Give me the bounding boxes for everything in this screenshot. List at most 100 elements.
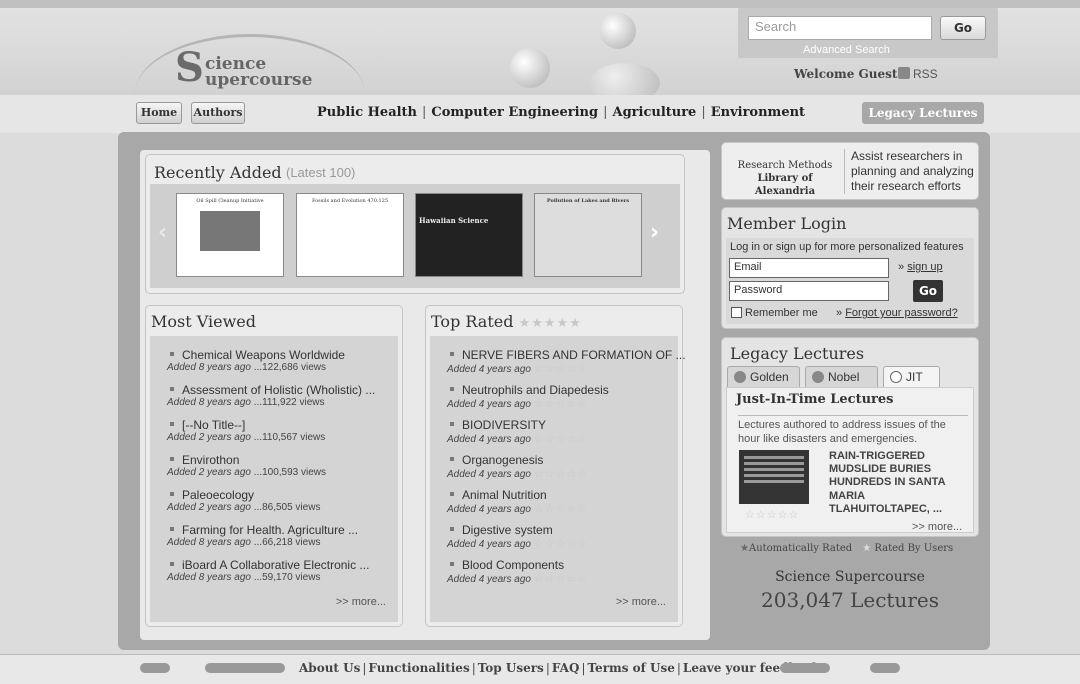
top-rated-list: NERVE FIBERS AND FORMATION OF ... Added 4… bbox=[430, 336, 686, 622]
footer-links: About Us | Functionalities | Top Users | FAQ | T… bbox=[299, 661, 821, 675]
item-title[interactable]: NERVE FIBERS AND FORMATION OF ... bbox=[462, 348, 686, 362]
item-title[interactable]: [--No Title--] bbox=[182, 418, 245, 432]
topic-agriculture[interactable]: Agriculture bbox=[612, 105, 696, 120]
footer-logo bbox=[205, 663, 285, 673]
legacy-lectures-button[interactable]: Legacy Lectures bbox=[862, 102, 984, 124]
nobel-medal-icon bbox=[812, 371, 824, 383]
signup-label[interactable]: sign up bbox=[907, 261, 942, 273]
topic-public-health[interactable]: Public Health bbox=[317, 105, 417, 120]
footer-link-faq[interactable]: FAQ bbox=[552, 661, 580, 675]
topic-environment[interactable]: Environment bbox=[711, 105, 805, 120]
lecture-count-value: 203,047 Lectures bbox=[761, 588, 939, 612]
list-item[interactable]: Neutrophils and Diapedesis Added 4 years … bbox=[447, 383, 609, 410]
tab-golden[interactable]: Golden bbox=[727, 366, 800, 387]
list-item[interactable]: BIODIVERSITY Added 4 years ago ☆☆☆☆☆ bbox=[447, 418, 589, 445]
jit-lecture-thumbnail[interactable] bbox=[739, 450, 809, 504]
search-go-button[interactable]: Go bbox=[940, 16, 986, 40]
topic-computer-engineering[interactable]: Computer Engineering bbox=[431, 105, 598, 120]
recently-added-subtitle: (Latest 100) bbox=[286, 165, 356, 180]
site-logo[interactable]: S cience upercourse bbox=[135, 24, 365, 91]
item-views: ...122,686 views bbox=[253, 362, 326, 373]
most-viewed-more-link[interactable]: >> more... bbox=[336, 596, 386, 608]
carousel-thumb[interactable]: Hawaiian Science bbox=[415, 193, 523, 277]
list-item[interactable]: Organogenesis Added 4 years ago ☆☆☆☆☆ bbox=[447, 453, 589, 480]
list-item[interactable]: Assessment of Holistic (Wholistic) ... Ad… bbox=[167, 383, 375, 408]
footer-link-terms[interactable]: Terms of Use bbox=[588, 661, 675, 675]
logo-letter: S bbox=[175, 44, 204, 91]
forgot-label[interactable]: Forgot your password? bbox=[845, 307, 958, 319]
signup-link[interactable]: » sign up bbox=[898, 261, 943, 273]
item-title[interactable]: Digestive system bbox=[462, 523, 553, 537]
item-added: Added 4 years ago bbox=[447, 539, 531, 550]
list-item[interactable]: [--No Title--] Added 2 years ago ...110,5… bbox=[167, 418, 325, 443]
search-input[interactable]: Search bbox=[748, 16, 932, 40]
list-item[interactable]: NERVE FIBERS AND FORMATION OF ... Added 4… bbox=[447, 348, 686, 375]
item-views: ...100,593 views bbox=[253, 467, 326, 478]
login-go-button[interactable]: Go bbox=[913, 280, 943, 302]
carousel-thumb[interactable]: Oil Spill Cleanup Initiative bbox=[176, 193, 284, 277]
remember-checkbox[interactable] bbox=[731, 307, 742, 318]
list-item[interactable]: Farming for Health. Agriculture ... Added… bbox=[167, 523, 358, 548]
advanced-search-link[interactable]: Advanced Search bbox=[803, 44, 890, 56]
list-item[interactable]: Chemical Weapons Worldwide Added 8 years … bbox=[167, 348, 345, 373]
item-title[interactable]: BIODIVERSITY bbox=[462, 418, 546, 432]
welcome-text: Welcome Guest bbox=[794, 67, 898, 81]
carousel-prev-icon[interactable]: ‹ bbox=[158, 220, 167, 245]
rating-stars-icon: ★★★★★ bbox=[518, 316, 582, 331]
footer-link-about[interactable]: About Us bbox=[299, 661, 360, 675]
item-title[interactable]: Blood Components bbox=[462, 558, 564, 572]
footer-link-top-users[interactable]: Top Users bbox=[478, 661, 544, 675]
rating-stars-icon: ☆☆☆☆☆ bbox=[533, 468, 589, 480]
item-title[interactable]: Animal Nutrition bbox=[462, 488, 547, 502]
item-title[interactable]: Neutrophils and Diapedesis bbox=[462, 383, 609, 397]
password-field[interactable]: Password bbox=[729, 281, 889, 301]
item-added: Added 4 years ago bbox=[447, 469, 531, 480]
research-methods-panel[interactable]: Research Methods Library of Alexandria As… bbox=[721, 142, 979, 200]
item-added: Added 8 years ago bbox=[167, 572, 251, 583]
top-rated-more-link[interactable]: >> more... bbox=[616, 596, 666, 608]
list-item[interactable]: Envirothon Added 2 years ago ...100,593 v… bbox=[167, 453, 326, 478]
top-rated-panel: Top Rated ★★★★★ NERVE FIBERS AND FORMATI… bbox=[425, 305, 686, 627]
forgot-password-link[interactable]: » Forgot your password? bbox=[836, 307, 958, 319]
list-item[interactable]: Blood Components Added 4 years ago ☆☆☆☆☆ bbox=[447, 558, 588, 585]
rating-stars-icon: ☆☆☆☆☆ bbox=[533, 503, 589, 515]
list-item[interactable]: Paleoecology Added 2 years ago ...86,505 … bbox=[167, 488, 320, 513]
footer-logo bbox=[780, 663, 830, 673]
rating-stars-icon: ☆☆☆☆☆ bbox=[533, 398, 589, 410]
list-item[interactable]: iBoard A Collaborative Electronic ... Add… bbox=[167, 558, 369, 583]
item-title[interactable]: Organogenesis bbox=[462, 453, 543, 467]
list-item[interactable]: Animal Nutrition Added 4 years ago ☆☆☆☆☆ bbox=[447, 488, 589, 515]
most-viewed-title: Most Viewed bbox=[151, 312, 257, 331]
carousel-thumb[interactable]: Pollution of Lakes and Rivers bbox=[534, 193, 642, 277]
carousel-thumb[interactable]: Fossils and Evolution 470.125 bbox=[296, 193, 404, 277]
item-title[interactable]: Assessment of Holistic (Wholistic) ... bbox=[182, 383, 375, 397]
jit-lecture-title[interactable]: RAIN-TRIGGERED MUDSLIDE BURIES HUNDREDS … bbox=[829, 450, 967, 516]
remember-me[interactable]: Remember me bbox=[731, 307, 818, 319]
footer-link-functionalities[interactable]: Functionalities bbox=[368, 661, 469, 675]
item-added: Added 8 years ago bbox=[167, 362, 251, 373]
list-item[interactable]: Digestive system Added 4 years ago ☆☆☆☆☆ bbox=[447, 523, 588, 550]
nav-home-button[interactable]: Home bbox=[136, 102, 182, 124]
rating-stars-icon: ☆☆☆☆☆ bbox=[533, 433, 589, 445]
rss-link[interactable]: RSS bbox=[898, 67, 938, 81]
tab-nobel[interactable]: Nobel bbox=[805, 366, 878, 387]
item-title[interactable]: Chemical Weapons Worldwide bbox=[182, 348, 345, 362]
tab-jit[interactable]: JIT bbox=[883, 366, 940, 387]
clock-icon bbox=[890, 371, 902, 383]
login-subtitle: Log in or sign up for more personalized … bbox=[730, 241, 964, 253]
jit-more-link[interactable]: >> more... bbox=[912, 521, 962, 533]
item-title[interactable]: Envirothon bbox=[182, 453, 239, 467]
rating-legend: ★Automatically Rated ★ Rated By Users bbox=[740, 543, 954, 554]
item-views: ...111,922 views bbox=[253, 397, 325, 408]
item-added: Added 4 years ago bbox=[447, 364, 531, 375]
carousel-next-icon[interactable]: › bbox=[650, 220, 659, 245]
jit-title: Just-In-Time Lectures bbox=[736, 392, 894, 407]
rating-stars-icon: ☆☆☆☆☆ bbox=[533, 363, 589, 375]
item-title[interactable]: iBoard A Collaborative Electronic ... bbox=[182, 558, 369, 572]
item-title[interactable]: Farming for Health. Agriculture ... bbox=[182, 523, 358, 537]
item-title[interactable]: Paleoecology bbox=[182, 488, 254, 502]
nav-authors-button[interactable]: Authors bbox=[191, 102, 245, 124]
item-added: Added 4 years ago bbox=[447, 504, 531, 515]
lecture-count-label: Science Supercourse bbox=[775, 569, 925, 585]
email-field[interactable]: Email bbox=[729, 258, 889, 278]
